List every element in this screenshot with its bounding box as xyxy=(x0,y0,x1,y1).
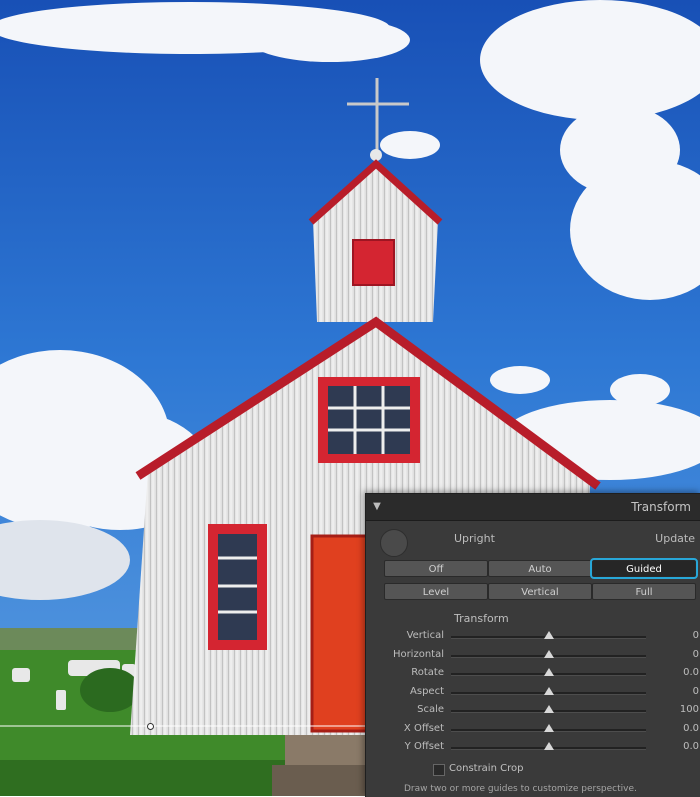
slider-row-vertical: Vertical 0 xyxy=(366,628,700,646)
slider-thumb-icon[interactable] xyxy=(543,686,554,695)
slider-row-aspect: Aspect 0 xyxy=(366,684,700,702)
guide-handle-icon[interactable] xyxy=(147,723,154,730)
slider-value[interactable]: 0.0 xyxy=(683,741,699,752)
checkbox-icon[interactable] xyxy=(433,764,445,776)
upright-mode-guided-button[interactable]: Guided xyxy=(590,558,698,579)
slider-value[interactable]: 0 xyxy=(693,686,699,697)
slider-label: Rotate xyxy=(411,667,444,678)
slider-label: Horizontal xyxy=(392,648,444,660)
slider-label: Aspect xyxy=(410,685,444,697)
transform-section-label: Transform xyxy=(454,612,509,625)
transform-panel: ▼ Transform Upright Update Off Auto Guided… xyxy=(365,493,700,797)
slider-label: Vertical xyxy=(406,630,444,641)
slider-row-rotate: Rotate 0.0 xyxy=(366,665,700,683)
upright-mode-full-button[interactable]: Full xyxy=(592,583,696,600)
slider-value[interactable]: 0 xyxy=(693,630,699,641)
slider-thumb-icon[interactable] xyxy=(543,631,554,639)
slider-value[interactable]: 0.0 xyxy=(683,723,699,734)
slider-value[interactable]: 100 xyxy=(680,704,699,715)
upright-mode-vertical-button[interactable]: Vertical xyxy=(488,583,592,600)
hint-text: Draw two or more guides to customize per… xyxy=(404,784,637,794)
slider-row-horizontal: Horizontal 0 xyxy=(366,647,700,665)
upright-mode-off-button[interactable]: Off xyxy=(384,560,488,577)
panel-header[interactable]: ▼ Transform xyxy=(366,494,700,521)
slider-thumb-icon[interactable] xyxy=(543,723,554,732)
upright-label: Upright xyxy=(454,532,495,545)
slider-row-y-offset: Y Offset 0.0 xyxy=(366,739,700,757)
upright-mode-level-button[interactable]: Level xyxy=(384,583,488,600)
update-button[interactable]: Update xyxy=(655,532,695,545)
panel-title: Transform xyxy=(631,500,691,514)
slider-thumb-icon[interactable] xyxy=(543,705,554,713)
upright-mode-auto-button[interactable]: Auto xyxy=(488,560,592,577)
slider-label: X Offset xyxy=(403,722,444,734)
toggle-knob-icon[interactable] xyxy=(380,529,408,557)
slider-value[interactable]: 0 xyxy=(693,649,699,660)
slider-label: Y Offset xyxy=(404,741,444,752)
slider-label: Scale xyxy=(417,704,444,715)
slider-thumb-icon[interactable] xyxy=(543,742,554,750)
slider-thumb-icon[interactable] xyxy=(543,649,554,658)
slider-row-scale: Scale 100 xyxy=(366,702,700,720)
slider-value[interactable]: 0.0 xyxy=(683,667,699,678)
slider-thumb-icon[interactable] xyxy=(543,668,554,676)
triangle-down-icon[interactable]: ▼ xyxy=(371,501,383,513)
slider-row-x-offset: X Offset 0.0 xyxy=(366,721,700,739)
constrain-crop-label: Constrain Crop xyxy=(449,763,524,774)
